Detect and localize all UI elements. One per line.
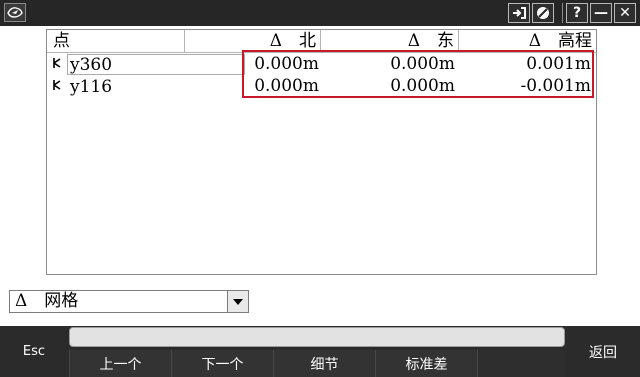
delta-height-value: -0.001m [520, 76, 591, 96]
table-header: 点 Δ 北 Δ 东 Δ 高程 [47, 30, 596, 53]
chevron-down-icon[interactable] [227, 291, 248, 312]
app-logo-icon[interactable] [4, 3, 26, 22]
login-icon[interactable] [508, 3, 530, 23]
empty-softkey[interactable] [477, 350, 565, 377]
display-mode-select[interactable]: Δ 网格 [9, 290, 249, 313]
dropdown-value: Δ 网格 [15, 291, 79, 311]
point-name: y116 [67, 76, 245, 97]
help-button[interactable]: ? [566, 3, 588, 23]
close-button[interactable]: ✕ [614, 3, 636, 23]
next-button[interactable]: 下一个 [171, 350, 273, 377]
bottom-bar: Esc 上一个 下一个 细节 标准差 返回 [0, 326, 640, 377]
flag-icon [51, 57, 63, 71]
minimize-button[interactable]: — [590, 3, 612, 23]
back-button[interactable]: 返回 [566, 326, 640, 377]
table-row[interactable]: y360 0.000m 0.000m 0.001m [47, 54, 596, 75]
flag-icon [51, 79, 63, 93]
results-table: 点 Δ 北 Δ 东 Δ 高程 y360 0.000m 0.000m 0.001m… [46, 29, 597, 275]
delta-east-value: 0.000m [390, 54, 455, 74]
std-dev-button[interactable]: 标准差 [375, 350, 477, 377]
column-header-point[interactable]: 点 [47, 30, 185, 52]
softkey-row: 上一个 下一个 细节 标准差 [69, 350, 565, 377]
previous-button[interactable]: 上一个 [69, 350, 171, 377]
delta-east-value: 0.000m [390, 76, 455, 96]
title-bar: ? — ✕ [0, 0, 640, 26]
esc-button[interactable]: Esc [0, 326, 68, 377]
details-button[interactable]: 细节 [273, 350, 375, 377]
delta-north-value: 0.000m [254, 76, 319, 96]
table-row[interactable]: y116 0.000m 0.000m -0.001m [47, 76, 596, 97]
title-bar-divider [562, 3, 563, 23]
column-header-delta-north[interactable]: Δ 北 [185, 30, 321, 52]
status-field [69, 327, 565, 347]
no-entry-icon[interactable] [532, 3, 554, 23]
delta-height-value: 0.001m [526, 54, 591, 74]
point-name: y360 [67, 54, 245, 75]
column-header-delta-east[interactable]: Δ 东 [321, 30, 459, 52]
column-header-delta-height[interactable]: Δ 高程 [459, 30, 596, 52]
delta-north-value: 0.000m [254, 54, 319, 74]
